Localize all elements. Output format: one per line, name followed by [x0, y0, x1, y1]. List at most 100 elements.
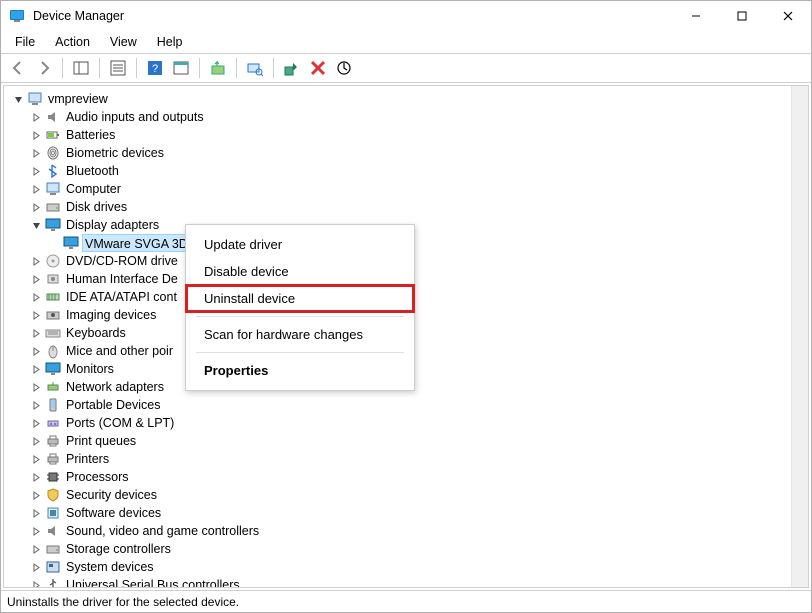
tree-category[interactable]: Disk drives [28, 198, 806, 216]
device-manager-window: Device Manager File Action View Help ? v… [0, 0, 812, 613]
monitor-icon [44, 360, 62, 378]
expand-icon[interactable] [28, 545, 44, 554]
maximize-button[interactable] [719, 1, 765, 31]
tree-category[interactable]: Printers [28, 450, 806, 468]
tree-category[interactable]: Display adapters [28, 216, 806, 234]
expand-icon[interactable] [28, 383, 44, 392]
back-button[interactable] [6, 56, 30, 80]
uninstall-device-button[interactable] [306, 56, 330, 80]
context-menu-item[interactable]: Scan for hardware changes [186, 321, 414, 348]
expand-icon[interactable] [28, 257, 44, 266]
expand-icon[interactable] [28, 509, 44, 518]
expand-icon[interactable] [28, 419, 44, 428]
tree-category[interactable]: Computer [28, 180, 806, 198]
expand-icon[interactable] [28, 185, 44, 194]
tree-category[interactable]: Security devices [28, 486, 806, 504]
expand-icon[interactable] [28, 347, 44, 356]
tree-category-label: DVD/CD-ROM drive [64, 252, 180, 270]
close-button[interactable] [765, 1, 811, 31]
tree-category[interactable]: Processors [28, 468, 806, 486]
context-menu-item[interactable]: Disable device [186, 258, 414, 285]
forward-button[interactable] [32, 56, 56, 80]
toolbar-separator [99, 58, 100, 78]
tree-category-label: Human Interface De [64, 270, 180, 288]
tree-category[interactable]: Ports (COM & LPT) [28, 414, 806, 432]
expand-icon[interactable] [28, 401, 44, 410]
context-menu-item[interactable]: Uninstall device [186, 285, 414, 312]
usb-icon [44, 576, 62, 587]
speaker-icon [44, 108, 62, 126]
tree-category[interactable]: Sound, video and game controllers [28, 522, 806, 540]
expand-icon[interactable] [28, 329, 44, 338]
show-hide-console-tree-button[interactable] [69, 56, 93, 80]
help-button[interactable]: ? [143, 56, 167, 80]
tree-category[interactable]: Batteries [28, 126, 806, 144]
expand-icon[interactable] [28, 491, 44, 500]
enable-device-button[interactable] [280, 56, 304, 80]
expand-icon[interactable] [28, 131, 44, 140]
tree-root[interactable]: vmpreview [10, 90, 806, 108]
minimize-button[interactable] [673, 1, 719, 31]
expand-icon[interactable] [28, 527, 44, 536]
vertical-scrollbar[interactable] [791, 86, 808, 587]
expand-icon[interactable] [28, 437, 44, 446]
imaging-icon [44, 306, 62, 324]
tree-category[interactable]: IDE ATA/ATAPI cont [28, 288, 806, 306]
expand-icon[interactable] [28, 221, 44, 230]
battery-icon [44, 126, 62, 144]
tree-category-label: Processors [64, 468, 131, 486]
update-driver-button[interactable] [206, 56, 230, 80]
expand-icon[interactable] [28, 113, 44, 122]
tree-category[interactable]: Storage controllers [28, 540, 806, 558]
tree-category[interactable]: Software devices [28, 504, 806, 522]
content-pane: vmpreviewAudio inputs and outputsBatteri… [3, 85, 809, 588]
expand-icon[interactable] [28, 473, 44, 482]
expand-icon[interactable] [28, 203, 44, 212]
tree-category[interactable]: Network adapters [28, 378, 806, 396]
computer-icon [44, 180, 62, 198]
properties-button[interactable] [106, 56, 130, 80]
tree-device[interactable]: VMware SVGA 3D [46, 234, 806, 252]
toolbar-separator [199, 58, 200, 78]
expand-icon[interactable] [28, 167, 44, 176]
toolbar-separator [62, 58, 63, 78]
tree-category[interactable]: Imaging devices [28, 306, 806, 324]
menu-help[interactable]: Help [147, 33, 193, 51]
tree-category[interactable]: Keyboards [28, 324, 806, 342]
menu-file[interactable]: File [5, 33, 45, 51]
context-menu-separator [196, 316, 404, 317]
menu-view[interactable]: View [100, 33, 147, 51]
tree-category-label: Print queues [64, 432, 138, 450]
disable-device-button[interactable] [332, 56, 356, 80]
menubar: File Action View Help [1, 31, 811, 53]
scan-hardware-button[interactable] [243, 56, 267, 80]
tree-category[interactable]: Bluetooth [28, 162, 806, 180]
expand-icon[interactable] [28, 563, 44, 572]
tree-category[interactable]: Biometric devices [28, 144, 806, 162]
context-menu-item[interactable]: Update driver [186, 231, 414, 258]
display-icon [44, 216, 62, 234]
tree-category[interactable]: Monitors [28, 360, 806, 378]
tree-category-label: Storage controllers [64, 540, 173, 558]
expand-icon[interactable] [28, 455, 44, 464]
toolbar-separator [236, 58, 237, 78]
tree-category[interactable]: Portable Devices [28, 396, 806, 414]
tree-category[interactable]: Universal Serial Bus controllers [28, 576, 806, 587]
context-menu-item[interactable]: Properties [186, 357, 414, 384]
tree-category-label: Sound, video and game controllers [64, 522, 261, 540]
expand-icon[interactable] [28, 293, 44, 302]
tree-category[interactable]: Print queues [28, 432, 806, 450]
expand-icon[interactable] [28, 149, 44, 158]
tree-category[interactable]: System devices [28, 558, 806, 576]
tree-category[interactable]: DVD/CD-ROM drive [28, 252, 806, 270]
expand-icon[interactable] [28, 311, 44, 320]
expand-icon[interactable] [28, 275, 44, 284]
action-toolbar-button[interactable] [169, 56, 193, 80]
tree-category[interactable]: Audio inputs and outputs [28, 108, 806, 126]
tree-category[interactable]: Mice and other poir [28, 342, 806, 360]
expand-icon[interactable] [28, 365, 44, 374]
menu-action[interactable]: Action [45, 33, 100, 51]
expand-icon[interactable] [28, 581, 44, 588]
collapse-icon[interactable] [10, 95, 26, 104]
tree-category[interactable]: Human Interface De [28, 270, 806, 288]
